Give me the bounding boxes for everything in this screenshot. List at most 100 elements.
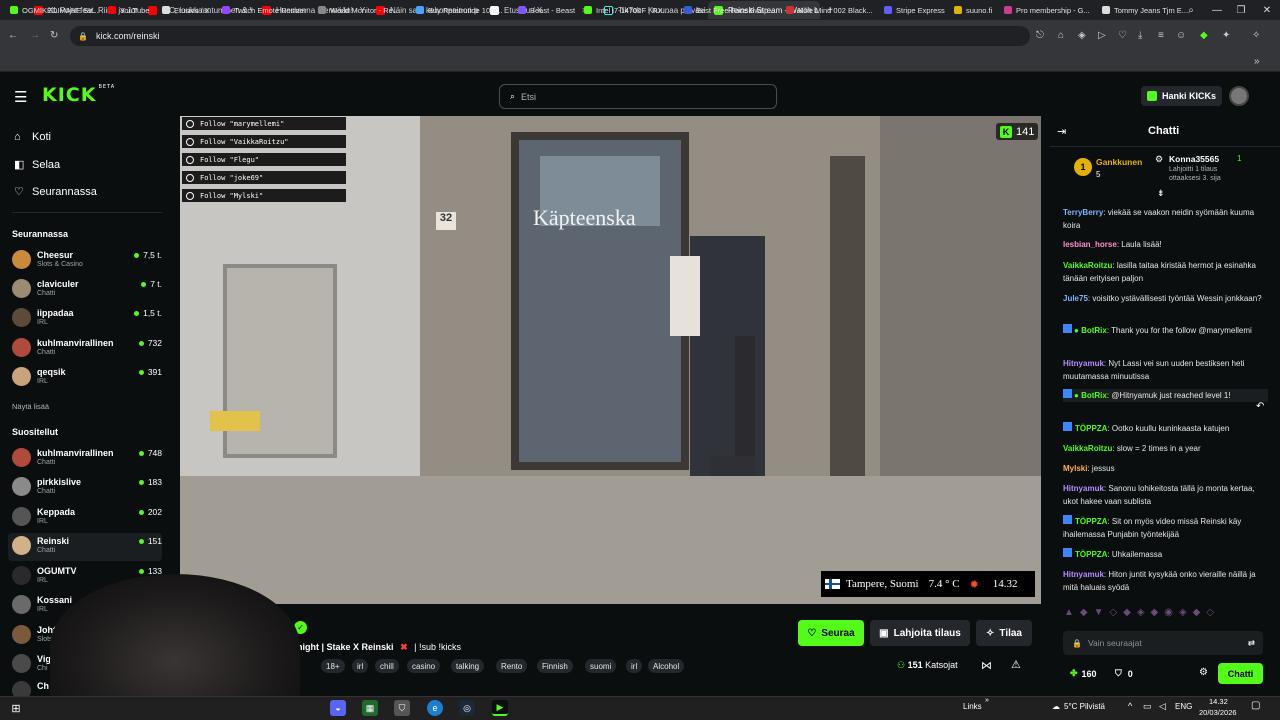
stream-tag[interactable]: talking (451, 659, 485, 673)
sidebar-channel[interactable]: pirkkislive Chatti 183 (12, 474, 162, 502)
discord-icon[interactable]: ◒ (330, 700, 346, 716)
get-kicks-button[interactable]: Hanki KICKs (1141, 86, 1223, 106)
bookmark-item[interactable]: Pro membership - G... (1004, 3, 1098, 17)
stream-tag[interactable]: Finnish (537, 659, 573, 673)
reload-icon[interactable]: ↻ (50, 30, 58, 41)
chevron-down-icon[interactable]: ⇟ (1157, 188, 1165, 199)
report-icon[interactable]: ⚠ (1011, 658, 1021, 671)
kicks-balance[interactable]: ⛉ 0 (1115, 668, 1133, 679)
sidebar-channel[interactable]: kuhlmanvirallinen Chatti 732 (12, 335, 162, 363)
stream-tag[interactable]: irl (626, 659, 643, 673)
taskbar-links[interactable]: Links (963, 702, 982, 711)
back-icon[interactable]: ← (8, 30, 18, 41)
nav-following[interactable]: ♡ Seurannassa (14, 185, 97, 199)
taskbar-weather[interactable]: ☁ 5°C Pilvistä (1052, 702, 1105, 711)
emote-bar: ▲◆▼◇◆◈◆◉◈◆◇ (1064, 607, 1221, 618)
network-icon[interactable]: ▭ (1143, 701, 1152, 712)
nav-home[interactable]: ⌂ Koti (14, 131, 51, 143)
badge-icon (1063, 515, 1072, 524)
chevron-icon[interactable]: » (985, 697, 989, 704)
app-icon[interactable]: ▦ (362, 700, 378, 716)
menu-icon[interactable]: ≡ (1158, 30, 1164, 41)
edge-icon[interactable]: e (427, 700, 443, 716)
sidebar-channel[interactable]: qeqsik IRL 391 (12, 364, 162, 392)
subscribe-button[interactable]: ✧ Tilaa (976, 620, 1032, 646)
download-icon[interactable]: ⤓ (1138, 30, 1142, 41)
stream-tag[interactable]: casino (407, 659, 441, 673)
minimize-button[interactable]: — (1204, 0, 1230, 20)
shield-icon[interactable]: ⛉ (394, 700, 410, 716)
ai-icon[interactable]: ✧ (1252, 30, 1260, 41)
beta-badge: BETA (98, 84, 116, 90)
maximize-button[interactable]: ❐ (1228, 0, 1254, 20)
extension-icon[interactable]: ⌂ (1058, 30, 1064, 41)
hamburger-menu-icon[interactable]: ☰ (14, 88, 27, 106)
send-chat-button[interactable]: Chatti (1218, 663, 1263, 684)
sidebar-channel-active[interactable]: Reinski Chatti 151 (8, 533, 162, 561)
bookmark-item[interactable]: YouTube (108, 3, 160, 17)
share-icon[interactable]: ⎋ (1036, 30, 1044, 41)
chat-message: Hitnyamuk: Hiton juntit kysykää onko vie… (1063, 570, 1256, 592)
profile-icon[interactable]: ☺ (1176, 30, 1186, 41)
reply-icon[interactable]: ↶ (1256, 401, 1264, 412)
bookmark-item[interactable]: Best Free Face Swap... (684, 3, 776, 17)
bookmark-item[interactable]: suuno.fi (954, 3, 1000, 17)
collapse-chat-icon[interactable]: ⇥ (1057, 125, 1066, 138)
stream-tag[interactable]: chill (375, 659, 399, 673)
chevron-right-icon[interactable]: » (1254, 56, 1260, 67)
sidebar-channel[interactable]: kuhlmanvirallinen Chatti 748 (12, 445, 162, 473)
language-indicator[interactable]: ENG (1175, 702, 1192, 711)
stream-tag[interactable]: suomi (585, 659, 617, 673)
sidebar-channel[interactable]: iippadaa IRL 1,5 t. (12, 305, 162, 333)
kick-logo[interactable]: KICK BETA (42, 84, 115, 106)
stream-tag[interactable]: Alcohol (648, 659, 685, 673)
nav-browse[interactable]: ◧ Selaa (14, 158, 60, 172)
share-icon[interactable]: ⋈ (981, 659, 992, 672)
channel-points[interactable]: ✤ 160 (1070, 668, 1097, 679)
stream-tag[interactable]: 18+ (321, 659, 345, 673)
bookmark-item[interactable]: Beast - Beast (518, 3, 578, 17)
gift-sub-button[interactable]: ▣ Lahjoita tilaus (870, 620, 970, 646)
chat-message: TÖPPZA: Ootko kuullu kuninkaasta katujen (1063, 422, 1263, 435)
url-bar[interactable]: 🔒 kick.com/reinski (70, 26, 1030, 46)
bookmark-item[interactable]: Etusivu / X (162, 3, 217, 17)
clock-time[interactable]: 14.32 (1209, 697, 1228, 706)
user-avatar[interactable] (1229, 86, 1249, 106)
bookmark-item[interactable]: Buy Retatrutide 10m... (416, 3, 510, 17)
avatar (12, 477, 31, 496)
stream-tag[interactable]: irl (352, 659, 369, 673)
volume-icon[interactable]: ◁ (1159, 701, 1166, 712)
extension-icon[interactable]: ✦ (1222, 30, 1230, 41)
bookmark-item[interactable]: Nike Mind 002 Black... (786, 3, 878, 17)
extension-icon[interactable]: ▷ (1098, 30, 1106, 41)
bookmark-item[interactable]: Stripe Express (884, 3, 948, 17)
sidebar-channel[interactable]: claviculer Chatti 7 t. (12, 276, 162, 304)
chevron-up-icon[interactable]: ^ (1128, 701, 1132, 711)
kick-extension-icon[interactable]: ◆ (1200, 30, 1208, 41)
bookmark-item[interactable]: Intel i7-14700F | RX... (584, 3, 674, 17)
settings-gear-icon[interactable]: ⚙ (1199, 667, 1208, 678)
clock-date[interactable]: 20/03/2026 (1199, 708, 1237, 717)
heart-icon[interactable]: ♡ (1118, 30, 1127, 41)
chat-message: TÖPPZA: Uhkailemassa (1063, 548, 1263, 561)
bookmark-item[interactable]: Twitch Emote Resizer (222, 3, 314, 17)
follow-button[interactable]: ♡ Seuraa (798, 620, 864, 646)
show-more-link[interactable]: Näytä lisää (12, 402, 49, 411)
kick-app-icon[interactable]: ▶ (492, 700, 508, 716)
windows-start-icon[interactable]: ⊞ (8, 700, 24, 716)
steam-icon[interactable]: ◎ (459, 700, 475, 716)
notification-icon[interactable]: ▢ (1251, 700, 1260, 711)
extension-icon[interactable]: ◈ (1078, 30, 1086, 41)
sidebar-channel[interactable]: Cheesur Slots & Casino 7,5 t. (12, 247, 162, 275)
bookmark-item[interactable]: OGMIKEDIMANE Str... (10, 3, 102, 17)
bookmark-item[interactable]: Tommy Jeans Tjm E... (1102, 3, 1194, 17)
bookmark-item[interactable]: World Monitor - Re... (318, 3, 408, 17)
forward-icon[interactable]: → (30, 30, 40, 41)
sidebar-channel[interactable]: Keppada IRL 202 (12, 504, 162, 532)
emote-picker-icon[interactable]: ⇄ (1248, 638, 1255, 649)
search-input[interactable]: ⌕ Etsi (499, 84, 777, 109)
stream-tag[interactable]: Rento (496, 659, 528, 673)
close-window-button[interactable]: ✕ (1254, 0, 1280, 20)
gold-medal-icon: 1 (1074, 158, 1092, 176)
chat-input[interactable]: 🔒 Vain seuraajat ⇄ (1063, 631, 1263, 655)
